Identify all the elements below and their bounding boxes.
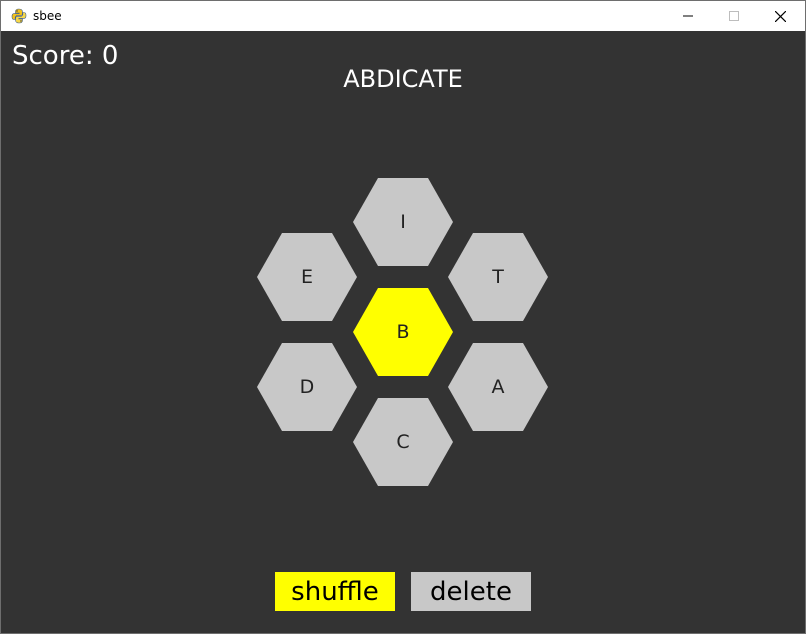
letter-hex-upper-left[interactable]: E: [257, 233, 357, 321]
delete-button[interactable]: delete: [411, 572, 531, 611]
close-button[interactable]: [757, 1, 803, 31]
letter-hex-lower-left[interactable]: D: [257, 343, 357, 431]
current-word: ABDICATE: [343, 65, 463, 93]
score-label: Score: 0: [12, 41, 119, 71]
close-icon: [774, 10, 786, 22]
letter-hex-top[interactable]: I: [353, 178, 453, 266]
maximize-icon: [729, 11, 739, 21]
letter-hex-bottom[interactable]: C: [353, 398, 453, 486]
window-title: sbee: [33, 9, 62, 23]
minimize-icon: [683, 11, 693, 21]
app-window: sbee Score: 0 ABDICATE I E T B D A C shu…: [0, 0, 806, 634]
title-bar[interactable]: sbee: [1, 1, 805, 31]
python-snake-icon: [11, 8, 27, 24]
game-canvas: Score: 0 ABDICATE I E T B D A C shuffle …: [1, 31, 805, 633]
minimize-button[interactable]: [665, 1, 711, 31]
letter-hex-upper-right[interactable]: T: [448, 233, 548, 321]
shuffle-button[interactable]: shuffle: [275, 572, 395, 611]
center-letter-hex[interactable]: B: [353, 288, 453, 376]
maximize-button[interactable]: [711, 1, 757, 31]
letter-hex-lower-right[interactable]: A: [448, 343, 548, 431]
